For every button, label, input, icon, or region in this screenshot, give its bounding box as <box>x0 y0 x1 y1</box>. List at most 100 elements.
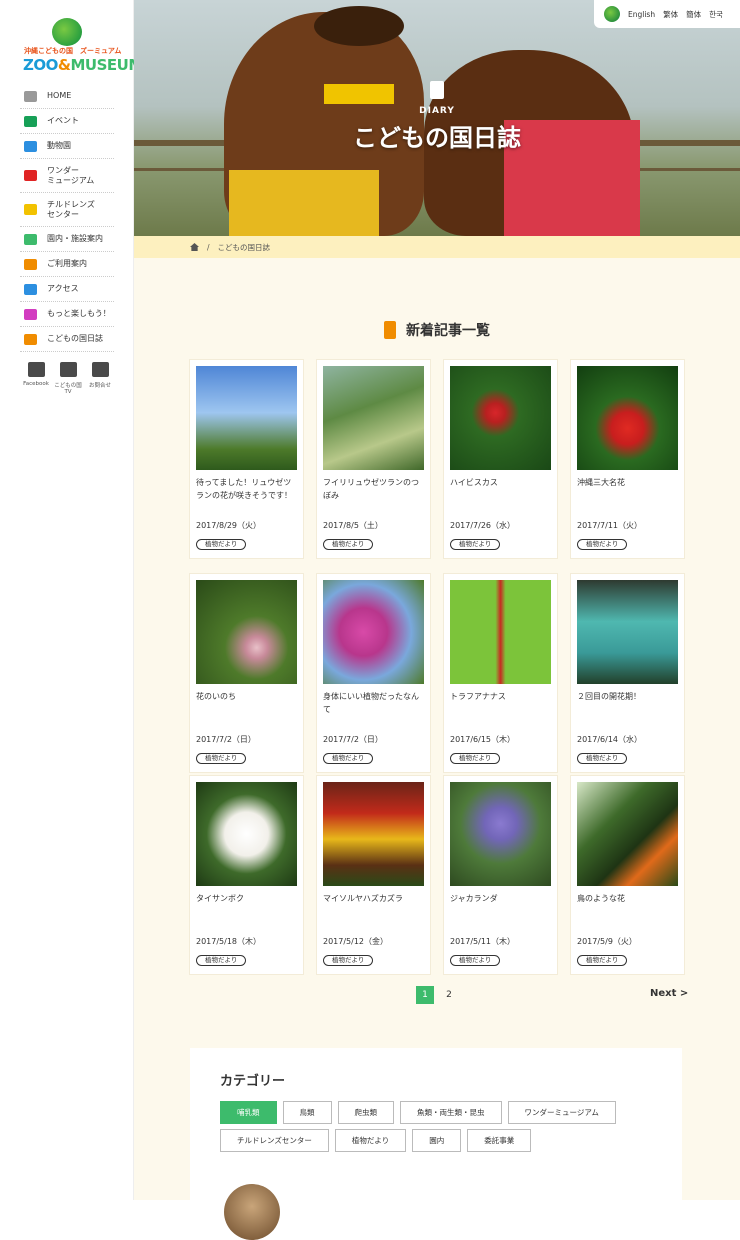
sidebar-item-9[interactable]: こどもの国日誌 <box>20 327 114 352</box>
breadcrumb: / こどもの国日誌 <box>134 236 740 258</box>
article-card[interactable]: ２回目の開花期！ 2017/6/14（水） 植物だより <box>571 574 684 772</box>
language-switcher: English 繁体 簡体 한국 <box>594 0 740 28</box>
article-title[interactable]: フイリリュウゼツランのつぼみ <box>323 476 424 516</box>
sidebar-item-label: 園内・施設案内 <box>47 234 103 243</box>
category-tags: 哺乳類 鳥類 爬虫類 魚類・両生類・昆虫 ワンダーミュージアムチルドレンズセンター 植物だ… <box>220 1101 660 1152</box>
article-card[interactable]: タイサンボク 2017/5/18（木） 植物だより <box>190 776 303 974</box>
article-photo[interactable] <box>196 580 297 684</box>
yellow-blanket <box>229 170 379 236</box>
article-title[interactable]: 身体にいい植物だったなんて <box>323 690 424 730</box>
smile-face-icon <box>24 170 37 181</box>
sidebar-item-1[interactable]: イベント <box>20 109 114 134</box>
article-card[interactable]: 鳥のような花 2017/5/9（火） 植物だより <box>571 776 684 974</box>
article-card[interactable]: マイソルヤハズカズラ 2017/5/12（金） 植物だより <box>317 776 430 974</box>
article-card[interactable]: ジャカランダ 2017/5/11（木） 植物だより <box>444 776 557 974</box>
article-photo[interactable] <box>196 782 297 886</box>
sidebar-item-7[interactable]: アクセス <box>20 277 114 302</box>
article-category-tag[interactable]: 植物だより <box>450 539 501 550</box>
category-tag[interactable]: チルドレンズセンター <box>220 1129 329 1152</box>
article-category-tag[interactable]: 植物だより <box>323 955 374 966</box>
sidebar-item-6[interactable]: ご利用案内 <box>20 252 114 277</box>
pagination: 12 <box>416 986 458 1004</box>
category-tag[interactable]: 園内 <box>412 1129 462 1152</box>
sidebar-item-3[interactable]: ワンダー ミュージアム <box>20 159 114 193</box>
article-photo[interactable] <box>450 782 551 886</box>
sidebar-item-label: HOME <box>47 91 72 100</box>
sidebar-item-8[interactable]: もっと楽しもう！ <box>20 302 114 327</box>
page-2[interactable]: 2 <box>440 986 458 1004</box>
category-tag[interactable]: 植物だより <box>334 1129 407 1152</box>
article-category-tag[interactable]: 植物だより <box>323 539 374 550</box>
article-photo[interactable] <box>196 366 297 470</box>
site-logo[interactable]: 沖縄こどもの国 ズーミュアム ZOO&MUSEUM <box>20 16 143 76</box>
notebook-icon <box>24 333 37 345</box>
article-title[interactable]: 待ってました！リュウゼツランの花が咲きそうです！ <box>196 476 297 516</box>
article-category-tag[interactable]: 植物だより <box>450 955 501 966</box>
article-title[interactable]: タイサンボク <box>196 892 297 932</box>
horse-tassel <box>324 84 394 104</box>
house-icon <box>24 90 37 102</box>
article-card[interactable]: 花のいのち 2017/7/2（日） 植物だより <box>190 574 303 772</box>
article-photo[interactable] <box>577 782 678 886</box>
logo-globe-icon <box>52 18 82 46</box>
article-category-tag[interactable]: 植物だより <box>450 753 501 764</box>
sidebar-item-4[interactable]: チルドレンズ センター <box>20 193 114 227</box>
lang-korean[interactable]: 한국 <box>709 9 723 20</box>
social-tv[interactable]: こどもの国TV <box>52 362 84 395</box>
article-photo[interactable] <box>577 366 678 470</box>
article-title[interactable]: 沖縄三大名花 <box>577 476 678 516</box>
social-label: お問合せ <box>88 383 111 389</box>
article-photo[interactable] <box>450 580 551 684</box>
category-tag[interactable]: ワンダーミュージアム <box>507 1101 616 1124</box>
globe-icon <box>604 6 620 22</box>
social-mail[interactable]: お問合せ <box>84 362 116 395</box>
category-tag[interactable]: 委託事業 <box>467 1129 532 1152</box>
hero-banner: DIARY こどもの国日誌 <box>134 0 740 236</box>
category-panel: カテゴリー 哺乳類 鳥類 爬虫類 魚類・両生類・昆虫 ワンダーミュージアム チルドレンズセ… <box>190 1048 682 1200</box>
article-title[interactable]: 鳥のような花 <box>577 892 678 932</box>
article-card[interactable]: 待ってました！リュウゼツランの花が咲きそうです！ 2017/8/29（火） 植物だよ… <box>190 360 303 558</box>
article-title[interactable]: 花のいのち <box>196 690 297 730</box>
logo-line2: ZOO&MUSEUM <box>23 56 143 74</box>
sidebar-item-2[interactable]: 動物園 <box>20 134 114 159</box>
category-tag[interactable]: 哺乳類 <box>220 1101 277 1124</box>
category-tag[interactable]: 鳥類 <box>282 1101 332 1124</box>
sidebar-item-label: 動物園 <box>47 141 71 150</box>
page-1[interactable]: 1 <box>416 986 434 1004</box>
sidebar-item-0[interactable]: HOME <box>20 84 114 109</box>
article-title[interactable]: マイソルヤハズカズラ <box>323 892 424 932</box>
home-icon[interactable] <box>190 243 199 251</box>
next-page-link[interactable]: Next > <box>650 988 688 999</box>
article-card[interactable]: 沖縄三大名花 2017/7/11（火） 植物だより <box>571 360 684 558</box>
lang-english[interactable]: English <box>628 10 655 19</box>
sidebar-item-5[interactable]: 園内・施設案内 <box>20 227 114 252</box>
article-category-tag[interactable]: 植物だより <box>577 955 628 966</box>
social-facebook[interactable]: Facebook <box>20 362 52 395</box>
article-photo[interactable] <box>323 366 424 470</box>
article-category-tag[interactable]: 植物だより <box>196 539 247 550</box>
article-card[interactable]: トラフアナナス 2017/6/15（木） 植物だより <box>444 574 557 772</box>
article-title[interactable]: ハイビスカス <box>450 476 551 516</box>
article-category-tag[interactable]: 植物だより <box>577 753 628 764</box>
article-title[interactable]: ２回目の開花期！ <box>577 690 678 730</box>
category-tag[interactable]: 爬虫類 <box>337 1101 394 1124</box>
sidebar-nav: HOME イベント動物園ワンダー ミュージアム チルドレンズ センター園内・施設案内… <box>20 84 114 352</box>
article-date: 2017/5/9（火） <box>577 937 637 946</box>
lang-simplified-chinese[interactable]: 簡体 <box>686 9 701 20</box>
article-photo[interactable] <box>577 580 678 684</box>
article-card[interactable]: 身体にいい植物だったなんて 2017/7/2（日） 植物だより <box>317 574 430 772</box>
article-card[interactable]: フイリリュウゼツランのつぼみ 2017/8/5（土） 植物だより <box>317 360 430 558</box>
category-tag[interactable]: 魚類・両生類・昆虫 <box>400 1101 502 1124</box>
article-category-tag[interactable]: 植物だより <box>577 539 628 550</box>
article-category-tag[interactable]: 植物だより <box>323 753 374 764</box>
article-photo[interactable] <box>450 366 551 470</box>
article-title[interactable]: トラフアナナス <box>450 690 551 730</box>
article-photo[interactable] <box>323 782 424 886</box>
lang-traditional-chinese[interactable]: 繁体 <box>663 9 678 20</box>
article-category-tag[interactable]: 植物だより <box>196 955 247 966</box>
article-card[interactable]: ハイビスカス 2017/7/26（水） 植物だより <box>444 360 557 558</box>
article-title[interactable]: ジャカランダ <box>450 892 551 932</box>
article-photo[interactable] <box>323 580 424 684</box>
page-title: こどもの国日誌 <box>353 124 521 152</box>
article-category-tag[interactable]: 植物だより <box>196 753 247 764</box>
